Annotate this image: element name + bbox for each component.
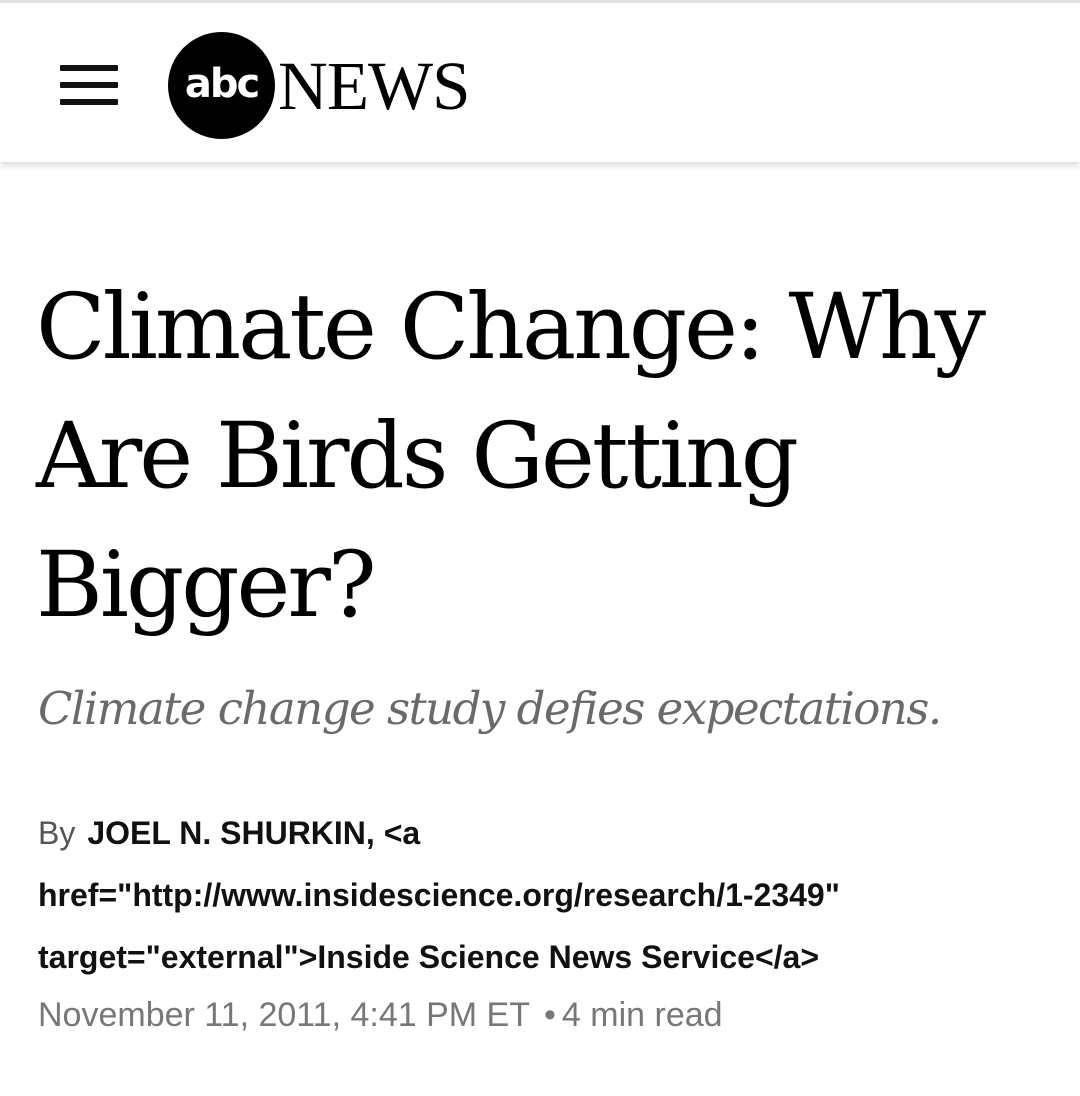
abc-logo-text: abc xyxy=(184,61,260,107)
byline-prefix: By xyxy=(38,815,76,851)
article-subheadline: Climate change study defies expectations… xyxy=(38,682,942,735)
menu-bar-line xyxy=(60,99,118,105)
meta-separator: • xyxy=(544,996,556,1034)
menu-bar-line xyxy=(60,65,118,71)
article-byline: By JOEL N. SHURKIN, <a href="http://www.i… xyxy=(38,802,1018,988)
abc-news-logo[interactable]: abc NEWS xyxy=(168,32,498,140)
top-navigation-bar: abc NEWS xyxy=(0,0,1080,162)
article-meta: November 11, 2011, 4:41 PM ET • 4 min read xyxy=(38,993,723,1037)
news-wordmark: NEWS xyxy=(278,48,470,124)
read-time: 4 min read xyxy=(561,996,723,1034)
menu-bar-line xyxy=(60,82,118,88)
publish-date: November 11, 2011, 4:41 PM ET xyxy=(38,996,530,1034)
hamburger-menu-icon[interactable] xyxy=(58,59,122,109)
article-headline: Climate Change: Why Are Birds Getting Bi… xyxy=(36,275,986,638)
byline-author[interactable]: JOEL N. SHURKIN, <a href="http://www.ins… xyxy=(38,815,840,975)
